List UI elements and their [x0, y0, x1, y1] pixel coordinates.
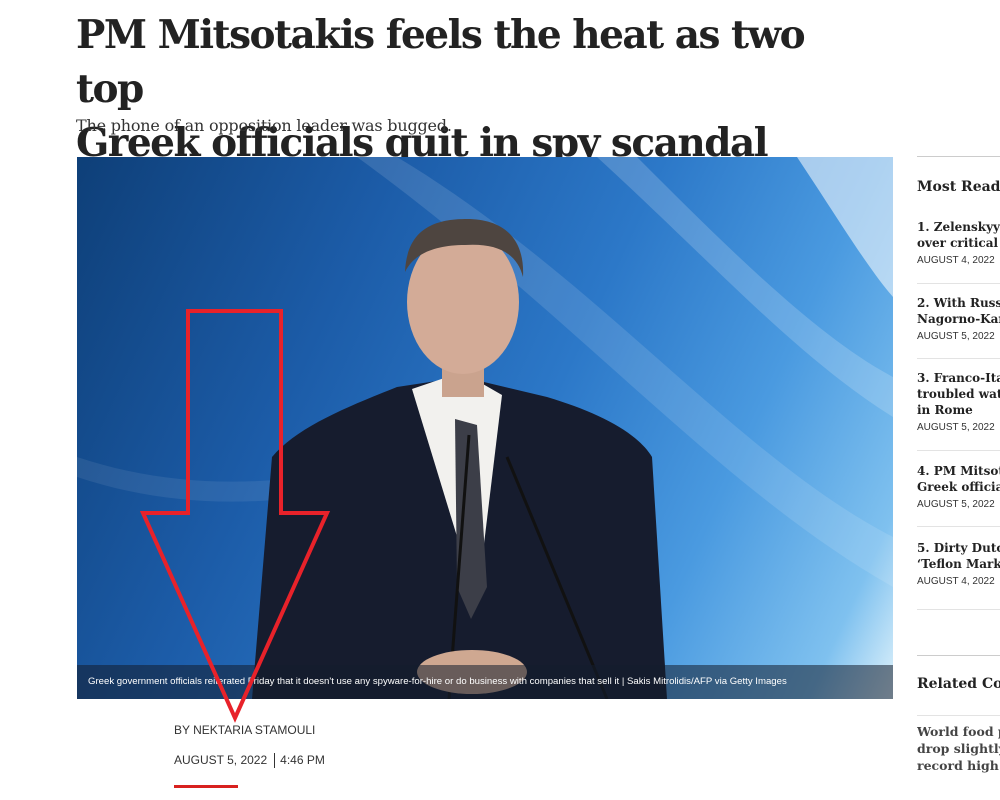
most-read-heading: Most Read A [917, 179, 1000, 195]
most-read-item[interactable]: 4. PM Mitsotak Greek officials AUGUST 5,… [917, 463, 1000, 510]
divider [917, 450, 1000, 451]
related-heading: Related Co [917, 676, 1000, 692]
headline-line-1: PM Mitsotakis feels the heat as two top [76, 12, 806, 112]
article-subhead: The phone of an opposition leader was bu… [76, 116, 452, 135]
most-read-item[interactable]: 2. With Russia Nagorno-Karab AUGUST 5, 2… [917, 295, 1000, 342]
most-read-title-line: troubled wate [917, 387, 1000, 401]
most-read-item[interactable]: 3. Franco-Italia troubled wate in Rome A… [917, 370, 1000, 433]
most-read-item[interactable]: 1. Zelenskyy sl over critical m AUGUST 4… [917, 219, 1000, 266]
most-read-title-line: ‘Teflon Mark’ I [917, 557, 1000, 571]
image-caption: Greek government officials reiterated Fr… [77, 665, 893, 699]
most-read-title-line: in Rome [917, 403, 973, 417]
most-read-title-line: 1. Zelenskyy sl [917, 220, 1000, 234]
most-read-date: AUGUST 4, 2022 [917, 576, 995, 587]
divider [917, 283, 1000, 284]
most-read-date: AUGUST 4, 2022 [917, 255, 995, 266]
publish-time: 4:46 PM [280, 753, 325, 767]
most-read-title-line: over critical m [917, 236, 1000, 250]
most-read-title-line: 3. Franco-Italia [917, 371, 1000, 385]
byline-accent-bar [174, 785, 238, 788]
most-read-top-rule [917, 156, 1000, 157]
hero-image[interactable]: Greek government officials reiterated Fr… [77, 157, 893, 699]
author-byline[interactable]: BY NEKTARIA STAMOULI [174, 723, 315, 737]
related-title-line: record high [917, 758, 999, 773]
most-read-title-line: Nagorno-Karab [917, 312, 1000, 326]
date-separator [274, 753, 276, 769]
divider [917, 715, 1000, 716]
sidebar: Most Read A 1. Zelenskyy sl over critica… [917, 0, 1000, 800]
related-top-rule [917, 655, 1000, 656]
most-read-title-line: 5. Dirty Dutch [917, 541, 1000, 555]
most-read-date: AUGUST 5, 2022 [917, 499, 995, 510]
divider [917, 358, 1000, 359]
most-read-title-line: 4. PM Mitsotak [917, 464, 1000, 478]
most-read-title-line: Greek officials [917, 480, 1000, 494]
hero-photo [77, 157, 893, 699]
most-read-item[interactable]: 5. Dirty Dutch ‘Teflon Mark’ I AUGUST 4,… [917, 540, 1000, 587]
most-read-date: AUGUST 5, 2022 [917, 331, 995, 342]
related-item[interactable]: World food pri drop slightly fr record h… [917, 723, 1000, 774]
related-title-line: World food pri [917, 724, 1000, 739]
related-title-line: drop slightly fr [917, 741, 1000, 756]
divider [917, 526, 1000, 527]
most-read-title-line: 2. With Russia [917, 296, 1000, 310]
publish-date: AUGUST 5, 2022 [174, 753, 268, 767]
publish-date-row: AUGUST 5, 2022 4:46 PM [174, 753, 325, 769]
most-read-date: AUGUST 5, 2022 [917, 422, 995, 433]
article-headline: PM Mitsotakis feels the heat as two top … [76, 8, 836, 170]
divider [917, 609, 1000, 610]
